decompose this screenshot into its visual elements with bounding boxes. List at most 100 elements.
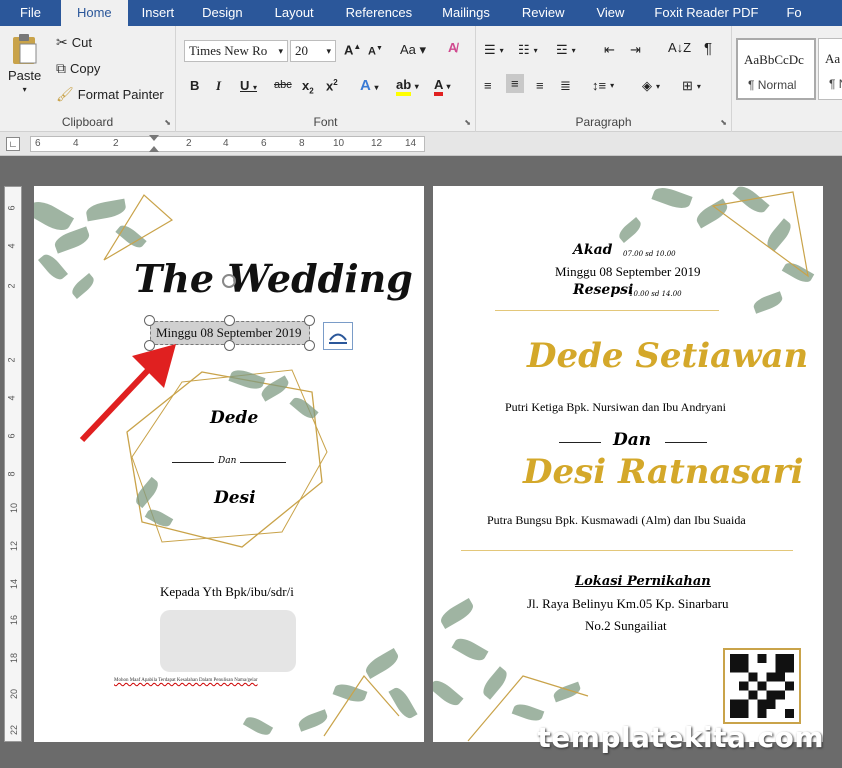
leaf-decoration	[433, 676, 464, 710]
divider-line	[172, 462, 214, 463]
ruler-tick: 8	[299, 138, 305, 149]
document-page-2[interactable]: Akad 07.00 sd 10.00 Minggu 08 September …	[433, 186, 823, 742]
tab-selector-icon[interactable]: ∟	[6, 137, 20, 151]
ruler-tick: 12	[371, 138, 383, 149]
align-right-icon[interactable]: ≡	[536, 78, 544, 93]
ruler-tick: 14	[9, 578, 20, 590]
leaf-decoration	[52, 226, 92, 254]
ruler-tick: 6	[261, 138, 267, 149]
tab-more[interactable]: Fo	[772, 0, 815, 26]
italic-icon[interactable]: I	[216, 78, 221, 94]
style-normal-sample: AaBbCcDc	[744, 52, 804, 67]
font-color-icon[interactable]: A ▾	[434, 77, 451, 96]
paste-label: Paste	[8, 68, 42, 83]
layout-options-button[interactable]	[323, 322, 353, 350]
increase-indent-icon[interactable]: ⇥	[630, 42, 641, 58]
resize-handle[interactable]	[144, 315, 155, 326]
decrease-indent-icon[interactable]: ⇤	[604, 42, 615, 58]
copy-icon: ⧉	[56, 60, 66, 76]
resize-handle[interactable]	[304, 315, 315, 326]
watermark-text: templatekita.com	[537, 721, 824, 754]
resize-handle[interactable]	[224, 340, 235, 351]
tab-mailings[interactable]: Mailings	[426, 0, 506, 26]
multilevel-list-icon[interactable]: ☲ ▾	[556, 42, 576, 58]
tab-file[interactable]: File	[0, 0, 61, 26]
align-center-icon[interactable]: ≡	[506, 74, 524, 93]
leaf-decoration	[437, 598, 477, 629]
text-effects-icon[interactable]: A ▾	[360, 77, 378, 94]
tab-home[interactable]: Home	[60, 0, 128, 26]
gold-divider	[495, 310, 719, 311]
align-left-icon[interactable]: ≡	[484, 78, 492, 93]
resepsi-time: 10.00 sd 14.00	[629, 290, 682, 298]
tab-foxit[interactable]: Foxit Reader PDF	[640, 0, 772, 26]
font-group-label: Font	[313, 115, 338, 129]
clear-formatting-icon[interactable]: A̸	[448, 40, 457, 55]
underline-icon[interactable]: U ▾	[240, 78, 257, 93]
format-painter-button[interactable]: 🖌 Format Painter	[56, 86, 164, 103]
resize-handle[interactable]	[304, 340, 315, 351]
tab-references[interactable]: References	[332, 0, 426, 26]
bold-icon[interactable]: B	[190, 78, 199, 93]
leaf-decoration	[69, 273, 97, 299]
superscript-icon[interactable]: x2	[326, 78, 338, 93]
tab-view[interactable]: View	[580, 0, 640, 26]
scissors-icon: ✂	[56, 34, 68, 50]
divider-line	[240, 462, 286, 463]
justify-icon[interactable]: ≣	[560, 78, 571, 94]
tab-design[interactable]: Design	[188, 0, 256, 26]
guest-name-box[interactable]	[160, 610, 296, 672]
font-size-select[interactable]: 20 ▾	[290, 40, 336, 62]
horizontal-ruler[interactable]: 6 4 2 2 4 6 8 10 12 14	[30, 135, 425, 152]
paste-icon	[12, 34, 37, 64]
copy-button[interactable]: ⧉ Copy	[56, 60, 100, 77]
paragraph-launcher-icon[interactable]: ⬊	[720, 118, 727, 127]
bride-full-name: Desi Ratnasari	[523, 452, 804, 492]
shading-icon[interactable]: ◈ ▾	[642, 78, 660, 94]
line-spacing-icon[interactable]: ↕≡ ▾	[592, 78, 614, 93]
document-page-1[interactable]: The Wedding Minggu 08 September 2019 Ded…	[34, 186, 424, 742]
chevron-down-icon: ▾	[278, 46, 283, 56]
tab-layout[interactable]: Layout	[257, 0, 332, 26]
ruler-tick: 4	[223, 138, 229, 149]
style-normal[interactable]: AaBbCcDc ¶ Normal	[736, 38, 816, 100]
grow-font-icon[interactable]: A▲	[344, 42, 361, 57]
style-no-spacing[interactable]: Aa ¶ N	[818, 38, 842, 100]
tab-review[interactable]: Review	[506, 0, 581, 26]
cut-label: Cut	[71, 35, 92, 50]
clipboard-group-label: Clipboard	[61, 115, 114, 129]
font-launcher-icon[interactable]: ⬊	[464, 118, 471, 127]
vertical-ruler[interactable]: 6 4 2 2 4 6 8 10 12 14 16 18 20 22	[4, 186, 22, 742]
font-name-select[interactable]: Times New Ro ▾	[184, 40, 288, 62]
bullets-icon[interactable]: ☰ ▾	[484, 42, 504, 58]
subscript-icon[interactable]: x2	[302, 78, 314, 96]
clipboard-launcher-icon[interactable]: ⬊	[164, 118, 171, 127]
borders-icon[interactable]: ⊞ ▾	[682, 78, 701, 94]
rotate-handle-icon[interactable]	[222, 274, 236, 288]
wedding-title: The Wedding	[134, 256, 413, 301]
cut-button[interactable]: ✂ Cut	[56, 34, 92, 51]
pilcrow-icon[interactable]: ¶	[704, 40, 712, 57]
sort-icon[interactable]: A↓Z	[668, 40, 691, 55]
footnote-text: Mohon Maaf Apabila Terdapat Kesalahan Da…	[114, 678, 258, 683]
paintbrush-icon: 🖌	[56, 86, 74, 102]
gold-divider	[461, 550, 793, 551]
groom-name: Dede	[210, 408, 259, 428]
lokasi-label: Lokasi Pernikahan	[575, 574, 711, 589]
layout-options-icon	[329, 333, 347, 344]
indent-marker-icon[interactable]	[149, 135, 159, 141]
paste-button[interactable]: Paste ▾	[8, 32, 41, 94]
ruler-tick: 2	[6, 283, 17, 289]
strikethrough-icon[interactable]: abc	[274, 79, 292, 91]
highlight-icon[interactable]: ab ▾	[396, 77, 419, 96]
leaf-decoration	[616, 217, 644, 243]
ruler-tick: 22	[9, 724, 20, 736]
dan-label: Dan	[218, 456, 237, 466]
indent-marker-icon[interactable]	[149, 146, 159, 152]
resize-handle[interactable]	[224, 315, 235, 326]
ruler-tick: 2	[186, 138, 192, 149]
tab-insert[interactable]: Insert	[128, 0, 189, 26]
numbering-icon[interactable]: ☷ ▾	[518, 42, 538, 58]
change-case-icon[interactable]: Aa ▾	[400, 42, 426, 58]
shrink-font-icon[interactable]: A▼	[368, 45, 383, 58]
